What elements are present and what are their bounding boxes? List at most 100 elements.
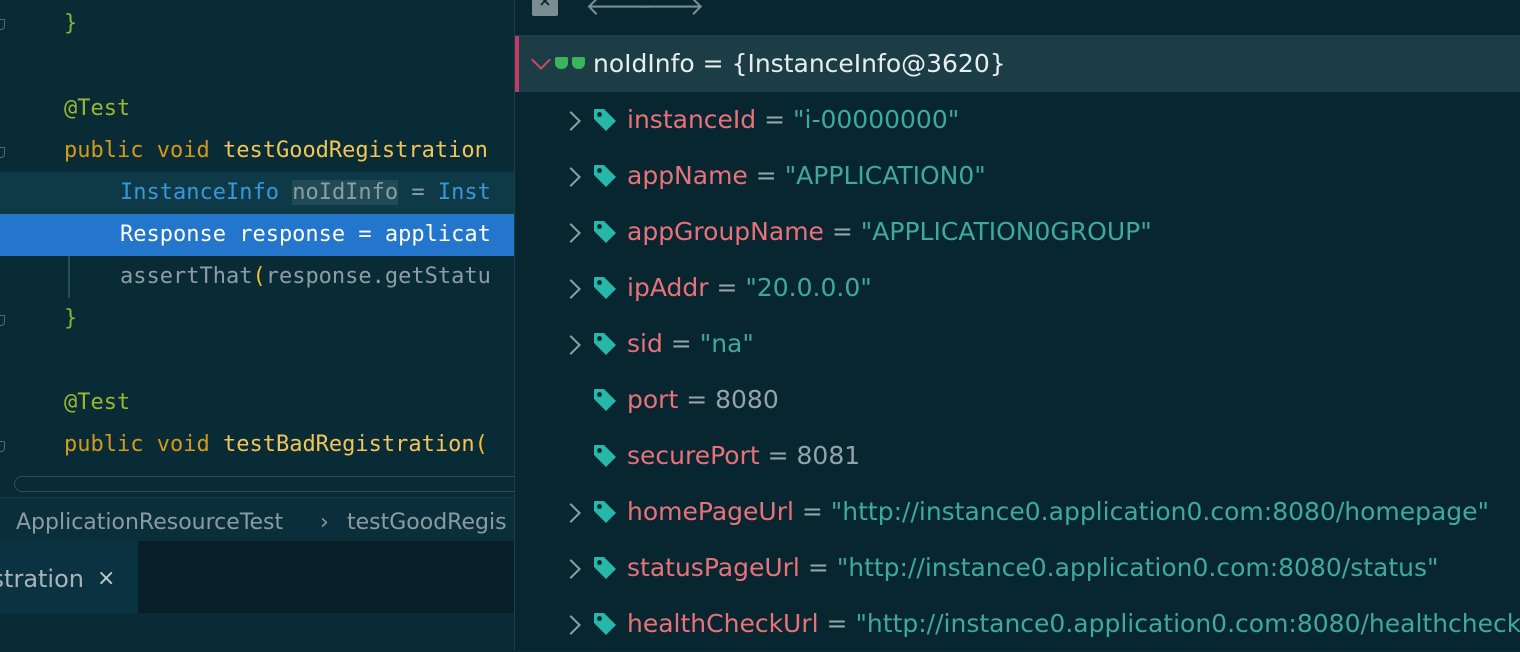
- equals-sign: =: [755, 161, 777, 190]
- chevron-right-icon[interactable]: [561, 223, 581, 243]
- variable-field-row[interactable]: homePageUrl = "http://instance0.applicat…: [515, 484, 1520, 540]
- field-value: "http://instance0.application0.com:8080/…: [836, 553, 1439, 582]
- field-name: statusPageUrl: [627, 553, 800, 582]
- variable-field-row[interactable]: securePort = 8081: [515, 428, 1520, 484]
- variable-field-row[interactable]: appGroupName = "APPLICATION0GROUP": [515, 204, 1520, 260]
- chevron-right-icon[interactable]: [561, 335, 581, 355]
- variable-root-label: noIdInfo = {InstanceInfo@3620}: [593, 36, 1006, 92]
- breadcrumb-separator: ›: [320, 510, 329, 535]
- field-value: "http://instance0.application0.com:8080/…: [855, 609, 1520, 638]
- variable-field-label: appName = "APPLICATION0": [627, 148, 986, 204]
- variable-field-label: statusPageUrl = "http://instance0.applic…: [627, 540, 1439, 596]
- variable-name: noIdInfo: [292, 180, 399, 205]
- test-annotation: @Test: [64, 96, 131, 121]
- field-value: "na": [699, 329, 754, 358]
- debug-session-tab[interactable]: stration ×: [0, 541, 138, 613]
- closing-brace: }: [64, 306, 78, 331]
- operator: =: [411, 180, 425, 205]
- code-line[interactable]: @Test: [0, 382, 514, 424]
- paren: (: [474, 432, 488, 457]
- code-line[interactable]: }: [0, 3, 514, 45]
- closing-brace: }: [64, 11, 78, 36]
- debug-tab-bar: stration ×: [0, 541, 514, 613]
- chevron-right-icon[interactable]: [561, 279, 581, 299]
- field-tag-icon: [592, 499, 618, 525]
- chevron-right-icon[interactable]: [561, 167, 581, 187]
- code-line[interactable]: assertThat(response.getStatu: [0, 256, 514, 298]
- horizontal-scrollbar[interactable]: [14, 476, 514, 492]
- field-tag-icon: [592, 163, 618, 189]
- field-value: 8080: [715, 385, 779, 414]
- variable-field-label: appGroupName = "APPLICATION0GROUP": [627, 204, 1152, 260]
- variable-field-label: ipAddr = "20.0.0.0": [627, 260, 872, 316]
- variable-root-row[interactable]: noIdInfo = {InstanceInfo@3620}: [515, 36, 1520, 92]
- field-name: instanceId: [627, 105, 757, 134]
- variable-field-row[interactable]: statusPageUrl = "http://instance0.applic…: [515, 540, 1520, 596]
- method-name: testBadRegistration: [222, 432, 475, 457]
- variables-panel: × 🡐 🡒 noIdInfo = {InstanceInfo@3620} ins…: [514, 0, 1520, 650]
- field-name: homePageUrl: [627, 497, 794, 526]
- variable-field-label: instanceId = "i-00000000": [627, 92, 959, 148]
- variable-field-row[interactable]: appName = "APPLICATION0": [515, 148, 1520, 204]
- field-value: "APPLICATION0GROUP": [860, 217, 1152, 246]
- field-name: appGroupName: [627, 217, 824, 246]
- field-value: "20.0.0.0": [745, 273, 872, 302]
- field-name: sid: [627, 329, 663, 358]
- equals-sign: =: [686, 385, 708, 414]
- code-editor[interactable]: } @Test public void testGoodRegistration…: [0, 0, 514, 650]
- code-line-current[interactable]: InstanceInfo noIdInfo = Inst: [0, 172, 514, 214]
- field-value: "i-00000000": [793, 105, 960, 134]
- variable-field-row[interactable]: port = 8080: [515, 372, 1520, 428]
- close-icon[interactable]: ×: [97, 541, 115, 617]
- keyword: public: [64, 432, 144, 457]
- variable-field-label: port = 8080: [627, 372, 779, 428]
- variable-name: noIdInfo: [593, 49, 695, 78]
- keyword: public: [64, 138, 144, 163]
- debug-tab-label: stration: [0, 565, 84, 593]
- equals-sign: =: [831, 217, 853, 246]
- chevron-right-icon[interactable]: [561, 559, 581, 579]
- chevron-right-icon[interactable]: [561, 615, 581, 635]
- method-name: testGoodRegistration: [222, 138, 488, 163]
- field-name: port: [627, 385, 679, 414]
- code-line[interactable]: public void testBadRegistration(: [0, 424, 514, 466]
- code-line[interactable]: @Test: [0, 88, 514, 130]
- equals-sign: =: [716, 273, 738, 302]
- variables-toolbar: × 🡐 🡒: [515, 0, 1520, 36]
- equals-sign: =: [670, 329, 692, 358]
- code-fragment: Inst: [437, 180, 491, 205]
- breadcrumb: ApplicationResourceTest › testGoodRegis: [0, 497, 514, 542]
- breadcrumb-class[interactable]: ApplicationResourceTest: [16, 498, 283, 542]
- chevron-right-icon[interactable]: [561, 111, 581, 131]
- equals-sign: =: [764, 105, 786, 134]
- code-line[interactable]: }: [0, 298, 514, 340]
- field-name: securePort: [627, 441, 760, 470]
- variable-field-row[interactable]: instanceId = "i-00000000": [515, 92, 1520, 148]
- watch-icon: [555, 57, 587, 71]
- field-value: "APPLICATION0": [784, 161, 986, 190]
- variable-field-row[interactable]: ipAddr = "20.0.0.0": [515, 260, 1520, 316]
- code-line-execution-point[interactable]: Response response = applicat: [0, 214, 514, 256]
- equals-sign: =: [702, 49, 724, 78]
- equals-sign: =: [801, 497, 823, 526]
- field-name: appName: [627, 161, 748, 190]
- code-line[interactable]: public void testGoodRegistration: [0, 130, 514, 172]
- chevron-down-icon[interactable]: [531, 50, 551, 70]
- keyword: void: [156, 138, 210, 163]
- test-annotation: @Test: [64, 390, 131, 415]
- clear-icon[interactable]: ×: [532, 0, 558, 16]
- variable-field-row[interactable]: healthCheckUrl = "http://instance0.appli…: [515, 596, 1520, 652]
- field-tag-icon: [592, 107, 618, 133]
- breadcrumb-method[interactable]: testGoodRegis: [347, 498, 507, 542]
- field-value: 8081: [796, 441, 861, 470]
- variable-value: {InstanceInfo@3620}: [731, 49, 1006, 78]
- chevron-right-icon[interactable]: [561, 503, 581, 523]
- field-tag-icon: [592, 611, 618, 637]
- forward-arrow-icon[interactable]: 🡒: [635, 0, 705, 20]
- field-tag-icon: [592, 555, 618, 581]
- variable-field-row[interactable]: sid = "na": [515, 316, 1520, 372]
- equals-sign: =: [826, 609, 848, 638]
- field-tag-icon: [592, 331, 618, 357]
- code-fragment: response.getStatu: [265, 264, 491, 289]
- variable-field-label: sid = "na": [627, 316, 754, 372]
